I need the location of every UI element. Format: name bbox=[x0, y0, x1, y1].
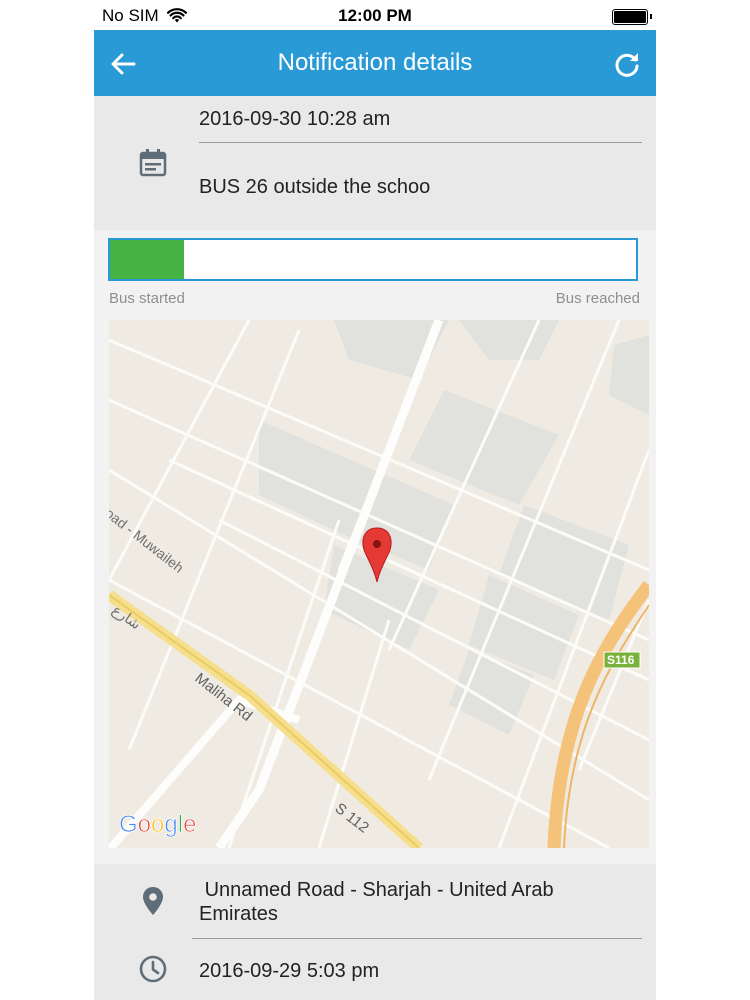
divider bbox=[192, 938, 642, 939]
location-time: 2016-09-29 5:03 pm bbox=[199, 960, 380, 982]
google-logo: Google bbox=[119, 811, 196, 838]
location-pin-icon bbox=[143, 887, 163, 915]
progress-bar bbox=[108, 238, 638, 281]
status-bar: No SIM 12:00 PM bbox=[94, 0, 656, 30]
map-shield-s116: S116 bbox=[607, 653, 635, 667]
notification-card: 2016-09-30 10:28 am BUS 26 outside the s… bbox=[94, 96, 656, 230]
trip-progress: Bus started Bus reached bbox=[94, 230, 656, 320]
location-card: Unnamed Road - Sharjah - United Arab Emi… bbox=[94, 864, 656, 1000]
divider bbox=[199, 142, 642, 143]
app-screen: Notification details 2016-09-30 10:28 am… bbox=[94, 30, 656, 1000]
app-bar: Notification details bbox=[94, 30, 656, 96]
location-address: Unnamed Road - Sharjah - United Arab Emi… bbox=[199, 879, 554, 925]
map-view[interactable]: oad - Muwaileh شارع Maliha Rd S 112 S116… bbox=[109, 320, 649, 848]
map-canvas[interactable]: oad - Muwaileh شارع Maliha Rd S 112 S116… bbox=[109, 320, 649, 848]
battery-icon bbox=[612, 9, 652, 25]
calendar-icon bbox=[139, 149, 167, 177]
progress-end-label: Bus reached bbox=[555, 290, 640, 307]
notification-date: 2016-09-30 10:28 am bbox=[199, 108, 391, 130]
page-title: Notification details bbox=[277, 49, 473, 76]
refresh-icon[interactable] bbox=[612, 49, 642, 79]
progress-fill bbox=[110, 240, 184, 279]
notification-message: BUS 26 outside the schoo bbox=[199, 176, 431, 198]
progress-start-label: Bus started bbox=[109, 290, 185, 307]
clock-icon bbox=[139, 955, 167, 983]
status-time: 12:00 PM bbox=[338, 6, 412, 25]
